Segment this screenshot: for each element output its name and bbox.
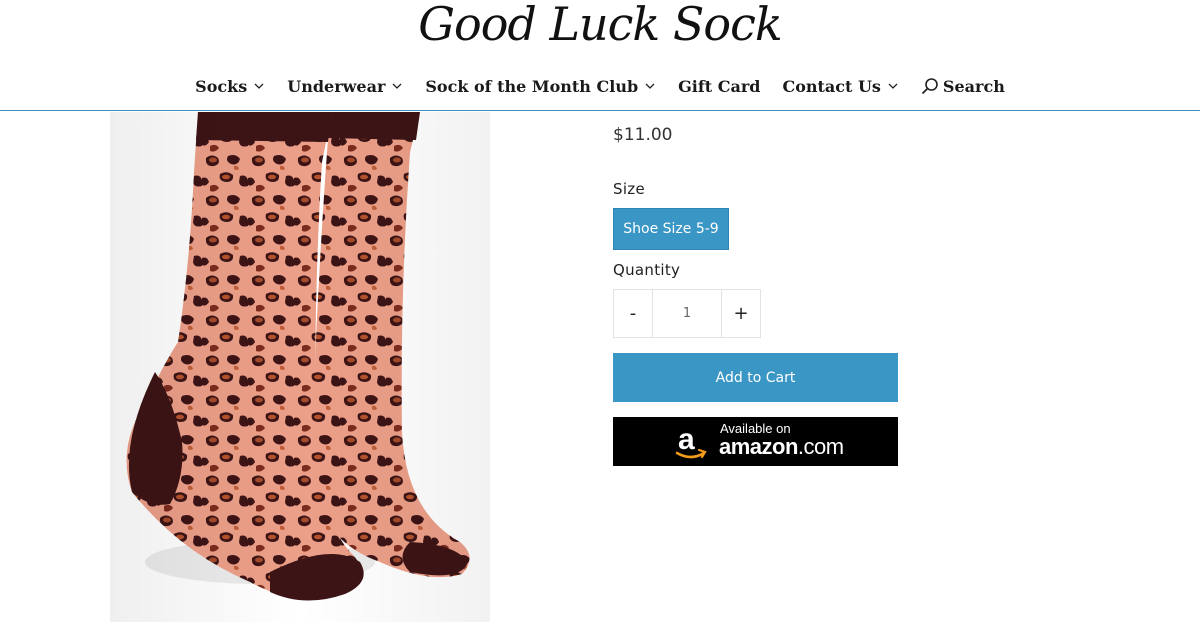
- svg-text:a: a: [678, 424, 695, 456]
- size-label: Size: [613, 180, 645, 198]
- nav-item-underwear[interactable]: Underwear: [287, 77, 403, 96]
- chevron-down-icon: [254, 83, 264, 89]
- nav-item-contact-us[interactable]: Contact Us: [782, 77, 898, 96]
- amazon-wordmark-suffix: .com: [797, 434, 844, 459]
- quantity-label: Quantity: [613, 261, 681, 279]
- nav-item-label: Underwear: [287, 76, 386, 96]
- quantity-decrease-button[interactable]: -: [614, 290, 652, 337]
- nav-item-label: Socks: [195, 76, 248, 96]
- quantity-stepper: - +: [613, 289, 761, 338]
- quantity-input[interactable]: [652, 290, 722, 337]
- search-label: Search: [942, 76, 1005, 96]
- add-to-cart-button[interactable]: Add to Cart: [613, 353, 898, 402]
- product-price: $11.00: [613, 125, 673, 145]
- nav-item-gift-card[interactable]: Gift Card: [678, 77, 760, 96]
- chevron-down-icon: [888, 83, 898, 89]
- amazon-logo-icon: a: [675, 424, 707, 459]
- nav-item-label: Contact Us: [782, 76, 881, 96]
- quantity-increase-button[interactable]: +: [722, 290, 760, 337]
- chevron-down-icon: [392, 83, 402, 89]
- search-button[interactable]: Search: [921, 77, 1005, 96]
- search-icon: [921, 78, 938, 95]
- amazon-badge[interactable]: a Available on amazon.com: [613, 417, 898, 466]
- main-nav: Socks Underwear Sock of the Month Club G…: [0, 62, 1200, 110]
- product-image[interactable]: [110, 112, 490, 622]
- amazon-wordmark-name: amazon: [719, 434, 798, 459]
- nav-item-socks[interactable]: Socks: [195, 77, 265, 96]
- nav-item-label: Sock of the Month Club: [425, 76, 639, 96]
- header-divider: [0, 110, 1200, 111]
- size-option-button[interactable]: Shoe Size 5-9: [613, 208, 729, 250]
- nav-item-label: Gift Card: [678, 76, 761, 96]
- amazon-wordmark: amazon.com: [719, 434, 844, 460]
- site-logo[interactable]: Good Luck Sock: [0, 0, 1200, 56]
- chevron-down-icon: [645, 83, 655, 89]
- nav-item-sock-of-the-month-club[interactable]: Sock of the Month Club: [425, 77, 656, 96]
